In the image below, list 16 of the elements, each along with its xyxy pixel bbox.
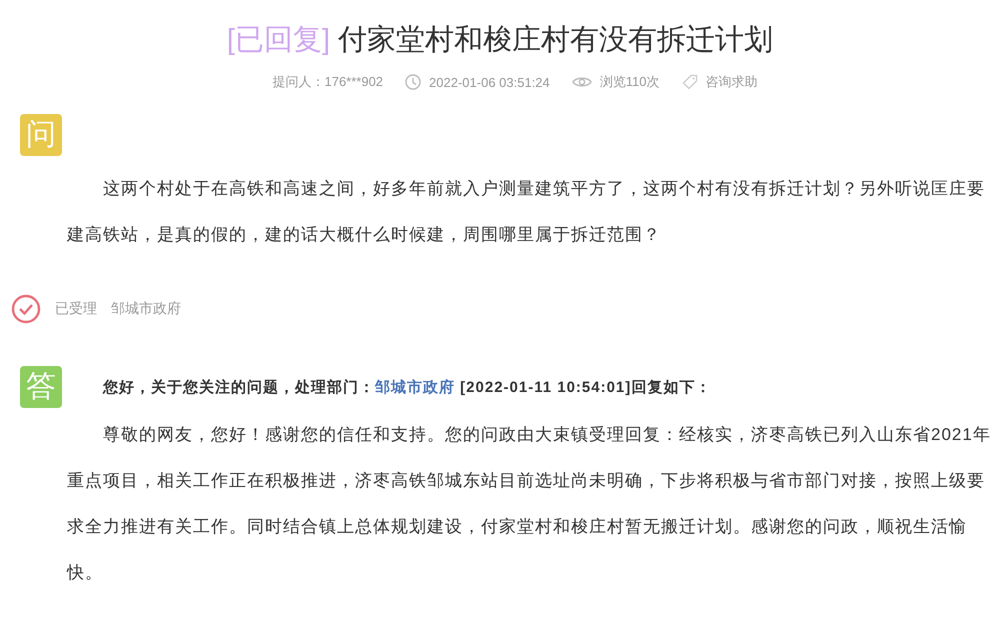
page-title: [已回复] 付家堂村和梭庄村有没有拆迁计划	[226, 23, 774, 58]
question-text: 这两个村处于在高铁和高速之间，好多年前就入户测量建筑平方了，这两个村有没有拆迁计划？另外听说匡庄要建高铁站，是真的假的，建的话大概什么时候建，周围哪里属于拆迁范围？	[67, 178, 986, 246]
answer-text: 尊敬的网友，您好！感谢您的信任和支持。您的问政由大束镇受理回复：经核实，济枣高铁已列入山东省2021年重点项目，相关工作正在积极推进，济枣高铁邹城东站目前选址尚未明确，下步将积极与省市部门对接，按照上级要求全力推进有关工作。同时结合镇上总体规划建设，付家堂村和梭庄村暂无搬迁计划。感谢您的问政，顺祝生活愉快。	[67, 424, 992, 584]
category-tag: 咨询求助	[706, 73, 758, 91]
asker-label: 提问人：176***902	[272, 73, 384, 91]
eye-icon	[572, 75, 592, 89]
post-time: 2022-01-06 03:51:24	[429, 74, 550, 90]
clock-icon	[405, 74, 422, 90]
handling-status: 已受理 邹城市政府	[55, 300, 181, 318]
department-link[interactable]: 邹城市政府	[375, 378, 455, 396]
tag-icon	[682, 74, 698, 90]
check-circle-icon	[11, 294, 41, 324]
answer-heading: 您好，关于您关注的问题，处理部门：邹城市政府 [2022-01-11 10:54:01]回复如下：	[103, 378, 712, 396]
question-badge: 问	[20, 114, 62, 156]
view-count: 浏览110次	[600, 73, 660, 91]
answer-badge: 答	[20, 366, 62, 408]
